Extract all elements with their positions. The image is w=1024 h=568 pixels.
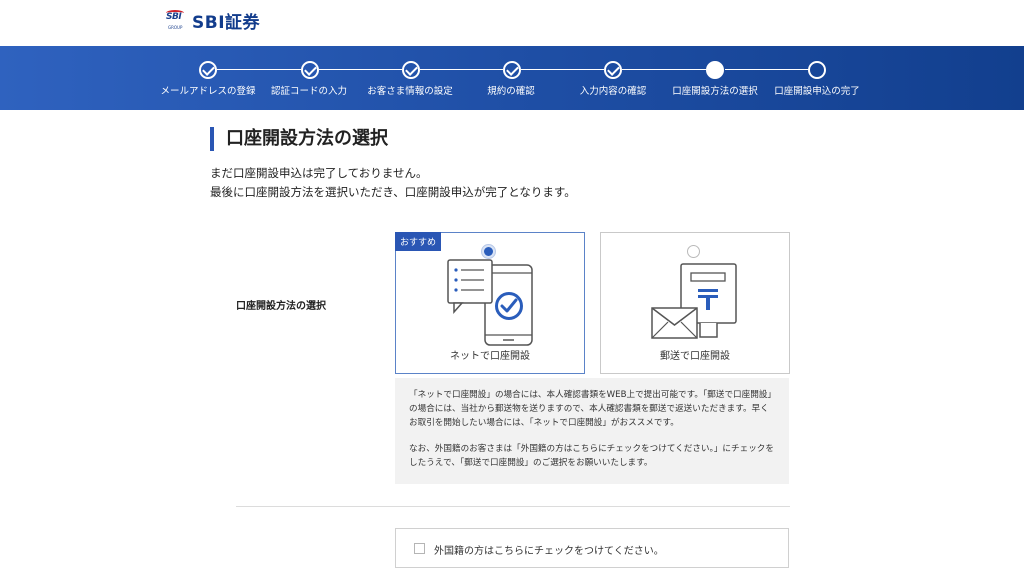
foreign-nationality-label[interactable]: 外国籍の方はこちらにチェックをつけてください。: [434, 542, 664, 557]
method-explanation-note: 「ネットで口座開設」の場合には、本人確認書類をWEB上で提出可能です。「郵送で口…: [395, 378, 789, 484]
note-paragraph-2: なお、外国籍のお客さまは「外国籍の方はこちらにチェックをつけてください。」にチェ…: [409, 444, 774, 468]
note-paragraph-1: 「ネットで口座開設」の場合には、本人確認書類をWEB上で提出可能です。「郵送で口…: [409, 390, 772, 428]
page-title: 口座開設方法の選択: [210, 127, 388, 151]
sbi-logo-mark: SBI GROUP: [166, 9, 186, 32]
progress-stepper: メールアドレスの登録 認証コードの入力 お客さま情報の設定 規約の確認 入力内容…: [0, 46, 1024, 110]
foreign-nationality-checkbox[interactable]: [414, 543, 425, 554]
sbi-logo[interactable]: SBI GROUP SBI証券: [166, 8, 260, 33]
step-connector: [725, 69, 809, 70]
option-net-account[interactable]: おすすめ ネットで口座開設: [395, 232, 585, 374]
option-mail-label: 郵送で口座開設: [660, 351, 730, 362]
foreign-nationality-row: 外国籍の方はこちらにチェックをつけてください。: [395, 528, 789, 568]
check-circle-icon: [604, 61, 622, 79]
check-circle-icon: [199, 61, 217, 79]
lead-text: まだ口座開設申込は完了しておりません。 最後に口座開設方法を選択いただき、口座開…: [210, 164, 576, 202]
lead-line-2: 最後に口座開設方法を選択いただき、口座開設申込が完了となります。: [210, 185, 576, 199]
logo-group-text: GROUP: [168, 24, 183, 30]
step-connector: [217, 69, 301, 70]
form-row-label: 口座開設方法の選択: [236, 301, 326, 312]
step-connector: [319, 69, 402, 70]
step-label: 口座開設申込の完了: [774, 86, 860, 97]
current-step-dot-icon: [706, 61, 724, 79]
empty-circle-icon: [808, 61, 826, 79]
lead-line-1: まだ口座開設申込は完了しておりません。: [210, 166, 428, 180]
check-circle-icon: [402, 61, 420, 79]
check-circle-icon: [301, 61, 319, 79]
step-connector: [420, 69, 503, 70]
option-net-label: ネットで口座開設: [450, 351, 530, 362]
option-mail-account[interactable]: 郵送で口座開設: [600, 232, 790, 374]
brand-name: SBI証券: [192, 13, 261, 33]
step-connector: [521, 69, 604, 70]
step-connector: [622, 69, 707, 70]
site-header: SBI GROUP SBI証券: [0, 0, 1024, 46]
logo-mark-text: SBI: [166, 11, 182, 22]
check-circle-icon: [503, 61, 521, 79]
section-divider: [236, 506, 790, 507]
